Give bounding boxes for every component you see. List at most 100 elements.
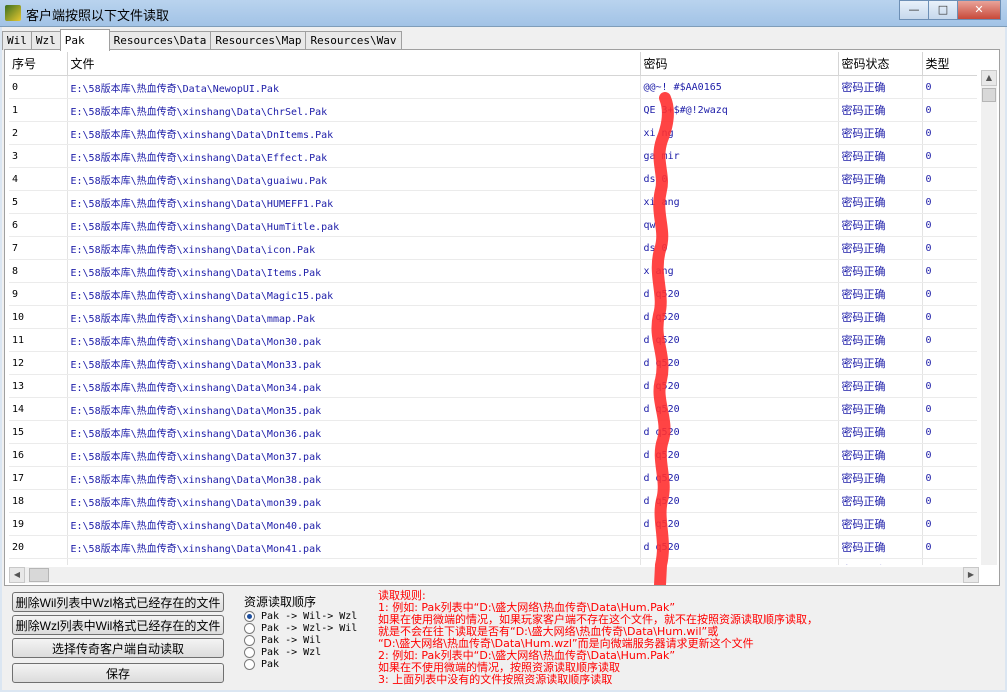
table-row[interactable]: 18 E:\58版本库\热血传奇\xinshang\Data\mon39.pak d… bbox=[9, 489, 977, 513]
row-file-cell: E:\58版本库\热血传奇\xinshang\Data\Effect.Pak bbox=[67, 144, 641, 168]
row-status-cell: 密码正确 bbox=[838, 397, 923, 421]
client-area: Wil Wzl Pak Resources\Data Resources\Map… bbox=[2, 27, 1005, 690]
table-row[interactable]: 4 E:\58版本库\热血传奇\xinshang\Data\guaiwu.Pak d… bbox=[9, 167, 977, 191]
row-file-cell: E:\58版本库\热血传奇\xinshang\Data\Mon33.pak bbox=[67, 351, 641, 375]
delete-wzl-duplicates-button[interactable]: 删除Wzl列表中Wil格式已经存在的文件 bbox=[12, 615, 224, 635]
row-type-cell: 0 bbox=[922, 167, 977, 191]
table-row[interactable]: 1 E:\58版本库\热血传奇\xinshang\Data\ChrSel.Pak Q… bbox=[9, 98, 977, 122]
table-row[interactable]: 3 E:\58版本库\热血传奇\xinshang\Data\Effect.Pak g… bbox=[9, 144, 977, 168]
table-row[interactable]: 8 E:\58版本库\热血传奇\xinshang\Data\Items.Pak x … bbox=[9, 259, 977, 283]
row-status-cell: 密码正确 bbox=[838, 351, 923, 375]
read-order-option[interactable]: Pak -> Wzl bbox=[244, 646, 372, 658]
row-password-cell: d q520 bbox=[640, 466, 839, 490]
column-header-password[interactable]: 密码 bbox=[640, 52, 839, 76]
auto-read-client-button[interactable]: 选择传奇客户端自动读取 bbox=[12, 638, 224, 658]
maximize-button[interactable]: □ bbox=[928, 0, 958, 20]
read-order-option[interactable]: Pak -> Wzl-> Wil bbox=[244, 622, 372, 634]
tab-pak[interactable]: Pak bbox=[59, 29, 110, 51]
tab-strip: Wil Wzl Pak Resources\Data Resources\Map… bbox=[2, 29, 402, 51]
tab-resources-map[interactable]: Resources\Map bbox=[210, 31, 307, 50]
horizontal-scroll-thumb[interactable] bbox=[29, 568, 49, 582]
row-password-cell: ds 0 bbox=[640, 167, 839, 191]
row-status-cell: 密码正确 bbox=[838, 259, 923, 283]
pak-file-table[interactable]: 序号 文件 密码 密码状态 类型 0 E:\58版本库\热血传奇\Data\New… bbox=[9, 52, 977, 565]
table-row[interactable]: 6 E:\58版本库\热血传奇\xinshang\Data\HumTitle.pa… bbox=[9, 213, 977, 237]
rule-line: 3: 上面列表中没有的文件按照资源读取顺序读取 bbox=[378, 673, 613, 686]
delete-wil-duplicates-button[interactable]: 删除Wil列表中Wzl格式已经存在的文件 bbox=[12, 592, 224, 612]
row-status-cell: 密码正确 bbox=[838, 98, 923, 122]
close-button[interactable]: ✕ bbox=[957, 0, 1001, 20]
row-type-cell: 0 bbox=[922, 443, 977, 467]
row-status-cell: 密码正确 bbox=[838, 236, 923, 260]
row-type-cell: 0 bbox=[922, 144, 977, 168]
pak-file-list-panel: 序号 文件 密码 密码状态 类型 0 E:\58版本库\热血传奇\Data\New… bbox=[4, 49, 1000, 586]
table-row[interactable]: 9 E:\58版本库\热血传奇\xinshang\Data\Magic15.pak… bbox=[9, 282, 977, 306]
table-row[interactable]: 21E:\58版本库\热血传奇\xinshang\Data\mon42.pakd… bbox=[9, 558, 977, 565]
read-order-option-label: Pak -> Wil-> Wzl bbox=[261, 610, 358, 622]
minimize-button[interactable]: — bbox=[899, 0, 929, 20]
table-row[interactable]: 19 E:\58版本库\热血传奇\xinshang\Data\Mon40.pak d… bbox=[9, 512, 977, 536]
table-row[interactable]: 12 E:\58版本库\热血传奇\xinshang\Data\Mon33.pak d… bbox=[9, 351, 977, 375]
save-button[interactable]: 保存 bbox=[12, 663, 224, 683]
radio-button-icon[interactable] bbox=[244, 634, 255, 646]
radio-button-icon[interactable] bbox=[244, 622, 255, 634]
table-row[interactable]: 15 E:\58版本库\热血传奇\xinshang\Data\Mon36.pak d… bbox=[9, 420, 977, 444]
tab-wil[interactable]: Wil bbox=[2, 31, 32, 50]
column-header-file[interactable]: 文件 bbox=[67, 52, 641, 76]
scroll-right-icon[interactable]: ▶ bbox=[963, 567, 979, 583]
scroll-left-icon[interactable]: ◀ bbox=[9, 567, 25, 583]
app-icon bbox=[5, 5, 21, 21]
table-row[interactable]: 14 E:\58版本库\热血传奇\xinshang\Data\Mon35.pak d… bbox=[9, 397, 977, 421]
row-type-cell: 0 bbox=[922, 282, 977, 306]
vertical-scrollbar[interactable]: ▲ bbox=[981, 70, 997, 565]
row-file-cell: E:\58版本库\热血传奇\xinshang\Data\Items.Pak bbox=[67, 259, 641, 283]
radio-button-icon[interactable] bbox=[244, 658, 255, 670]
radio-button-icon[interactable] bbox=[244, 610, 255, 622]
radio-button-icon[interactable] bbox=[244, 646, 255, 658]
column-header-status[interactable]: 密码状态 bbox=[838, 52, 923, 76]
row-index-cell: 19 bbox=[9, 512, 68, 536]
vertical-scroll-thumb[interactable] bbox=[982, 88, 996, 102]
table-row[interactable]: 13 E:\58版本库\热血传奇\xinshang\Data\Mon34.pak d… bbox=[9, 374, 977, 398]
table-row[interactable]: 0 E:\58版本库\热血传奇\Data\NewopUI.Pak @@~! #$AA… bbox=[9, 75, 977, 99]
row-type-cell: 0 bbox=[922, 259, 977, 283]
row-file-cell: E:\58版本库\热血传奇\xinshang\Data\icon.Pak bbox=[67, 236, 641, 260]
row-file-cell: E:\58版本库\热血传奇\xinshang\Data\mmap.Pak bbox=[67, 305, 641, 329]
row-index-cell: 20 bbox=[9, 535, 68, 559]
row-type-cell: 0 bbox=[922, 489, 977, 513]
table-row[interactable]: 2 E:\58版本库\热血传奇\xinshang\Data\DnItems.Pak… bbox=[9, 121, 977, 145]
row-type-cell: 0 bbox=[922, 305, 977, 329]
tab-resources-data[interactable]: Resources\Data bbox=[108, 31, 212, 50]
row-type-cell: 0 bbox=[922, 236, 977, 260]
read-order-option[interactable]: Pak bbox=[244, 658, 372, 670]
read-order-option[interactable]: Pak -> Wil bbox=[244, 634, 372, 646]
row-file-cell: E:\58版本库\热血传奇\xinshang\Data\Mon30.pak bbox=[67, 328, 641, 352]
row-password-cell: d q520 bbox=[640, 420, 839, 444]
table-row[interactable]: 11 E:\58版本库\热血传奇\xinshang\Data\Mon30.pak d… bbox=[9, 328, 977, 352]
row-index-cell: 5 bbox=[9, 190, 68, 214]
row-password-cell: d q520 bbox=[640, 397, 839, 421]
scroll-up-icon[interactable]: ▲ bbox=[981, 70, 997, 86]
row-file-cell: E:\58版本库\热血传奇\xinshang\Data\Mon34.pak bbox=[67, 374, 641, 398]
read-order-option[interactable]: Pak -> Wil-> Wzl bbox=[244, 610, 372, 622]
row-index-cell: 0 bbox=[9, 75, 68, 99]
horizontal-scrollbar[interactable]: ◀ ▶ bbox=[9, 567, 979, 583]
table-row[interactable]: 17 E:\58版本库\热血传奇\xinshang\Data\Mon38.pak d… bbox=[9, 466, 977, 490]
row-file-cell: E:\58版本库\热血传奇\xinshang\Data\Magic15.pak bbox=[67, 282, 641, 306]
row-status-cell: 密码正确 bbox=[838, 75, 923, 99]
read-order-option-label: Pak -> Wzl-> Wil bbox=[261, 622, 358, 634]
read-order-option-label: Pak -> Wzl bbox=[261, 646, 322, 658]
table-row[interactable]: 7 E:\58版本库\热血传奇\xinshang\Data\icon.Pak ds … bbox=[9, 236, 977, 260]
tab-resources-wav[interactable]: Resources\Wav bbox=[305, 31, 402, 50]
tab-wzl[interactable]: Wzl bbox=[30, 31, 61, 50]
read-order-title: 资源读取顺序 bbox=[244, 595, 317, 609]
row-file-cell: E:\58版本库\热血传奇\xinshang\Data\HumTitle.pak bbox=[67, 213, 641, 237]
column-header-type[interactable]: 类型 bbox=[922, 52, 977, 76]
table-row[interactable]: 5 E:\58版本库\热血传奇\xinshang\Data\HUMEFF1.Pak… bbox=[9, 190, 977, 214]
row-password-cell: xi ang bbox=[640, 190, 839, 214]
table-row[interactable]: 10 E:\58版本库\热血传奇\xinshang\Data\mmap.Pak d … bbox=[9, 305, 977, 329]
table-row[interactable]: 20 E:\58版本库\热血传奇\xinshang\Data\Mon41.pak d… bbox=[9, 535, 977, 559]
row-file-cell: E:\58版本库\热血传奇\xinshang\Data\ChrSel.Pak bbox=[67, 98, 641, 122]
table-row[interactable]: 16 E:\58版本库\热血传奇\xinshang\Data\Mon37.pak d… bbox=[9, 443, 977, 467]
column-header-index[interactable]: 序号 bbox=[9, 52, 68, 76]
